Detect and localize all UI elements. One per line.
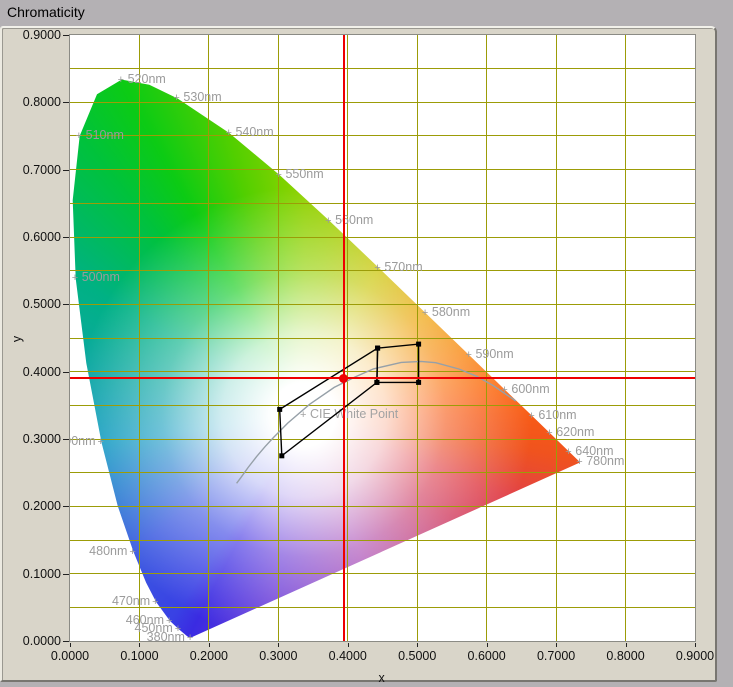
y-tick-mark — [63, 439, 69, 440]
x-tick-label: 0.4000 — [323, 649, 373, 663]
x-axis-title: x — [379, 671, 385, 685]
x-tick-label: 0.8000 — [601, 649, 651, 663]
y-tick-label: 0.4000 — [15, 365, 61, 379]
y-tick-label: 0.3000 — [15, 432, 61, 446]
x-tick-mark — [209, 643, 210, 647]
y-tick-label: 0.8000 — [15, 95, 61, 109]
chart-panel: +520nm+530nm+540nm+550nm+560nm+570nm+580… — [0, 26, 717, 682]
x-tick-mark — [695, 643, 696, 647]
y-axis-title: y — [10, 336, 24, 342]
x-tick-mark — [348, 643, 349, 647]
x-tick-mark — [139, 643, 140, 647]
x-tick-label: 0.1000 — [114, 649, 164, 663]
y-tick-label: 0.5000 — [15, 297, 61, 311]
crosshair-point — [339, 374, 348, 383]
y-tick-mark — [63, 304, 69, 305]
x-tick-mark — [626, 643, 627, 647]
y-tick-mark — [63, 170, 69, 171]
crosshair-layer — [70, 35, 695, 641]
y-tick-mark — [63, 574, 69, 575]
x-tick-label: 0.0000 — [45, 649, 95, 663]
y-tick-label: 0.1000 — [15, 567, 61, 581]
y-tick-label: 0.9000 — [15, 28, 61, 42]
y-tick-mark — [63, 641, 69, 642]
x-tick-mark — [487, 643, 488, 647]
x-tick-label: 0.9000 — [670, 649, 720, 663]
x-tick-label: 0.2000 — [184, 649, 234, 663]
crosshair-horizontal-line — [70, 377, 695, 379]
x-tick-label: 0.7000 — [531, 649, 581, 663]
y-tick-mark — [63, 372, 69, 373]
y-tick-mark — [63, 237, 69, 238]
y-tick-label: 0.7000 — [15, 163, 61, 177]
y-tick-label: 0.0000 — [15, 634, 61, 648]
x-tick-mark — [556, 643, 557, 647]
x-tick-label: 0.3000 — [253, 649, 303, 663]
x-tick-mark — [417, 643, 418, 647]
y-tick-mark — [63, 506, 69, 507]
crosshair-vertical-line — [343, 35, 345, 641]
x-tick-label: 0.6000 — [462, 649, 512, 663]
x-tick-label: 0.5000 — [392, 649, 442, 663]
chromaticity-window: { "window": { "title": "Chromaticity" },… — [0, 0, 733, 687]
plot-area[interactable]: +520nm+530nm+540nm+550nm+560nm+570nm+580… — [69, 34, 696, 642]
window-title-bar: Chromaticity — [0, 0, 733, 26]
x-tick-mark — [70, 643, 71, 647]
y-tick-label: 0.2000 — [15, 499, 61, 513]
x-tick-mark — [278, 643, 279, 647]
window-title: Chromaticity — [7, 4, 85, 20]
y-tick-mark — [63, 35, 69, 36]
y-tick-mark — [63, 102, 69, 103]
y-tick-label: 0.6000 — [15, 230, 61, 244]
